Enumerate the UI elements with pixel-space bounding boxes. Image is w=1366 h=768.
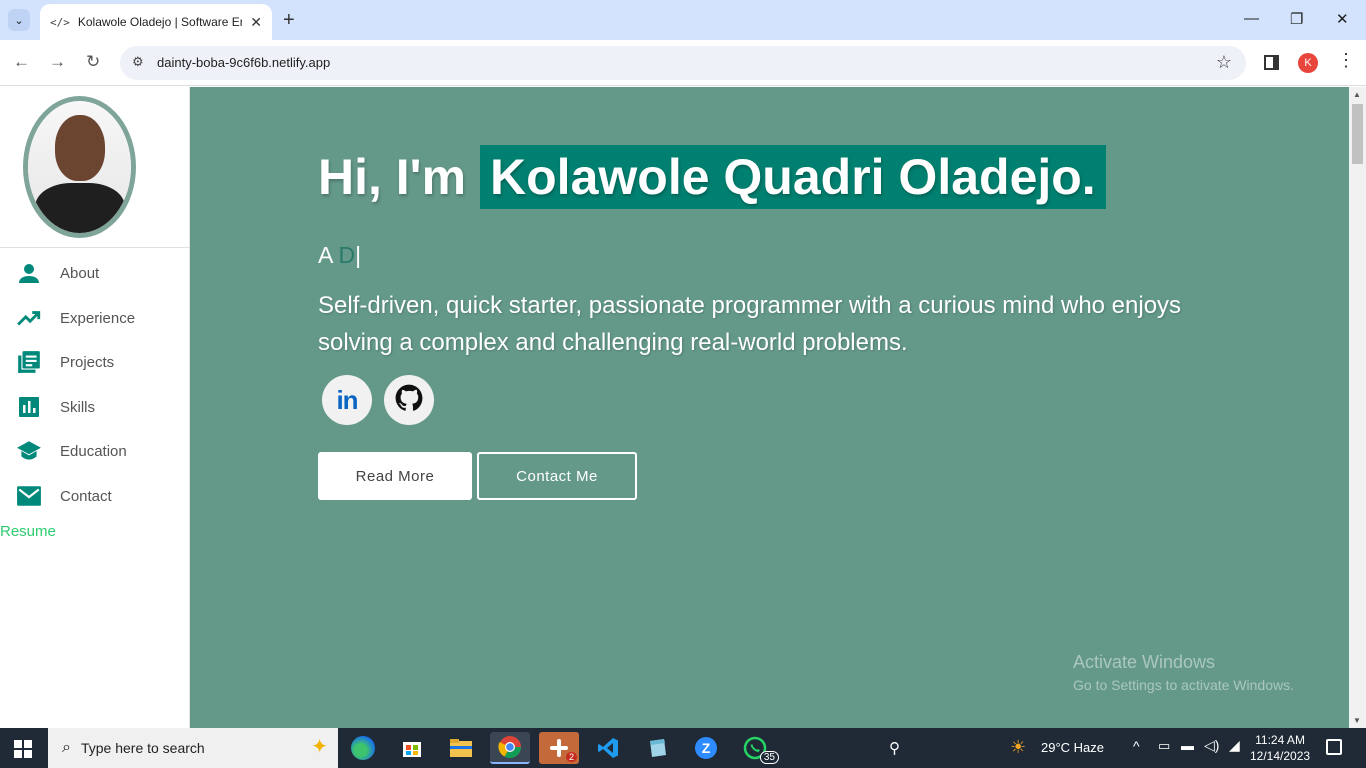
reload-icon[interactable]: ↻ xyxy=(86,52,100,72)
typed-role-text: A D| xyxy=(318,242,361,269)
slack-badge: 2 xyxy=(565,752,577,762)
scroll-down-icon[interactable]: ▼ xyxy=(1353,716,1361,725)
windows-start-icon[interactable] xyxy=(14,740,32,758)
forward-icon[interactable]: → xyxy=(49,52,66,72)
typed-prefix: A xyxy=(318,242,339,268)
profile-photo xyxy=(23,96,136,238)
battery-icon[interactable]: ▬ xyxy=(1181,738,1194,753)
file-explorer-icon[interactable] xyxy=(441,732,481,764)
search-icon: ⌕ xyxy=(62,739,71,756)
network-icon[interactable]: ◢ xyxy=(1229,737,1240,754)
watermark-title: Activate Windows xyxy=(1073,652,1216,672)
search-placeholder: Type here to search xyxy=(80,740,205,756)
mail-icon xyxy=(16,483,42,509)
person-icon xyxy=(16,260,42,286)
site-info-icon[interactable]: ⚙ xyxy=(132,54,144,70)
hero-heading: Hi, I'm Kolawole Quadri Oladejo. xyxy=(318,145,1106,209)
minimize-icon[interactable]: — xyxy=(1244,10,1259,27)
sidebar-item-label: Skills xyxy=(60,398,96,416)
github-button[interactable] xyxy=(384,375,434,425)
people-icon[interactable]: ⚲ xyxy=(889,739,900,757)
bio-text: Self-driven, quick starter, passionate p… xyxy=(318,292,1182,356)
notification-icon[interactable] xyxy=(1326,739,1342,755)
typed-partial: D xyxy=(338,242,356,268)
vscode-app-icon[interactable] xyxy=(588,732,628,764)
address-bar[interactable]: ⚙ dainty-boba-9c6f6b.netlify.app ☆ xyxy=(120,46,1246,80)
volume-icon[interactable]: ◁) xyxy=(1204,737,1219,754)
resume-link[interactable]: Resume xyxy=(0,523,56,540)
taskbar-search[interactable]: ⌕ Type here to search ✦ xyxy=(48,728,338,768)
sidebar-item-label: About xyxy=(60,264,100,282)
watermark-subtitle: Go to Settings to activate Windows. xyxy=(1073,677,1294,693)
weather-icon[interactable]: ☀ xyxy=(1010,737,1026,758)
browser-tab[interactable]: </> Kolawole Oladejo | Software Engineer… xyxy=(40,4,272,40)
close-window-icon[interactable]: ✕ xyxy=(1336,10,1349,28)
chevron-down-icon: ⌄ xyxy=(14,14,24,27)
notes-app-icon[interactable] xyxy=(637,732,677,764)
sidebar-item-contact[interactable]: Contact xyxy=(16,481,112,511)
sidebar-item-label: Experience xyxy=(60,309,136,327)
chrome-app-icon[interactable] xyxy=(490,732,530,764)
whatsapp-badge: 35 xyxy=(759,751,779,764)
linkedin-button[interactable]: in xyxy=(322,375,372,425)
system-clock[interactable]: 11:24 AM 12/14/2023 xyxy=(1250,732,1310,764)
side-panel-icon[interactable] xyxy=(1264,55,1279,70)
trending-up-icon xyxy=(16,305,42,331)
github-icon xyxy=(395,384,423,417)
sparkle-icon: ✦ xyxy=(311,736,328,758)
sidebar-divider xyxy=(0,247,190,248)
sidebar-item-experience[interactable]: Experience xyxy=(16,303,135,333)
new-tab-button[interactable]: + xyxy=(283,9,295,31)
typed-cursor: | xyxy=(355,242,362,268)
activate-windows-watermark: Activate Windows Go to Settings to activ… xyxy=(1073,652,1294,693)
sidebar-item-projects[interactable]: Projects xyxy=(16,347,114,377)
tab-title: Kolawole Oladejo | Software Engineer xyxy=(77,15,242,29)
bar-chart-icon xyxy=(16,394,42,420)
contact-me-button[interactable]: Contact Me xyxy=(477,452,637,500)
windows-taskbar: ⌕ Type here to search ✦ 2 Z 35 ⚲ ☀ 29°C … xyxy=(0,728,1366,768)
svg-text:Z: Z xyxy=(702,740,711,756)
clock-time: 11:24 AM xyxy=(1255,733,1305,747)
code-icon: </> xyxy=(50,15,70,29)
store-app-icon[interactable] xyxy=(392,732,432,764)
hero-section: Hi, I'm Kolawole Quadri Oladejo. A D| Se… xyxy=(190,87,1349,728)
edge-app-icon[interactable] xyxy=(343,732,383,764)
sidebar-item-label: Projects xyxy=(60,353,115,371)
back-icon[interactable]: ← xyxy=(13,52,30,72)
weather-text[interactable]: 29°C Haze xyxy=(1041,740,1104,755)
url-text[interactable]: dainty-boba-9c6f6b.netlify.app xyxy=(157,55,330,70)
bookmark-star-icon[interactable]: ☆ xyxy=(1216,52,1232,73)
greeting-text: Hi, I'm xyxy=(318,149,467,205)
name-highlight: Kolawole Quadri Oladejo. xyxy=(480,145,1106,209)
tray-chevron-icon[interactable]: ^ xyxy=(1133,738,1140,754)
menu-icon[interactable]: ⋮ xyxy=(1337,50,1355,71)
sidebar-item-label: Education xyxy=(60,442,127,460)
profile-avatar[interactable]: K xyxy=(1298,53,1318,73)
tab-search-button[interactable]: ⌄ xyxy=(8,9,30,31)
page-scrollbar[interactable]: ▲ ▼ xyxy=(1349,87,1366,728)
browser-toolbar: ← → ↻ ⚙ dainty-boba-9c6f6b.netlify.app ☆… xyxy=(0,40,1366,86)
library-books-icon xyxy=(16,349,42,375)
sidebar-item-label: Contact xyxy=(60,487,112,505)
sidebar-item-about[interactable]: About xyxy=(16,258,99,288)
sidebar: About Experience Projects Skills Educati… xyxy=(0,87,190,728)
linkedin-icon: in xyxy=(336,384,358,415)
school-icon xyxy=(16,438,42,464)
close-tab-icon[interactable]: ✕ xyxy=(250,14,262,31)
clock-date: 12/14/2023 xyxy=(1250,749,1311,763)
sidebar-item-skills[interactable]: Skills xyxy=(16,392,95,422)
restore-icon[interactable]: ❐ xyxy=(1290,10,1303,28)
zoom-app-icon[interactable]: Z xyxy=(686,732,726,764)
browser-tab-strip: ⌄ </> Kolawole Oladejo | Software Engine… xyxy=(0,0,1366,40)
slack-app-icon[interactable]: 2 xyxy=(539,732,579,764)
read-more-button[interactable]: Read More xyxy=(318,452,472,500)
scrollbar-thumb[interactable] xyxy=(1352,104,1363,164)
meet-icon[interactable]: ▭ xyxy=(1158,738,1170,754)
scroll-up-icon[interactable]: ▲ xyxy=(1353,90,1361,99)
sidebar-item-education[interactable]: Education xyxy=(16,436,127,466)
whatsapp-app-icon[interactable]: 35 xyxy=(735,732,779,764)
